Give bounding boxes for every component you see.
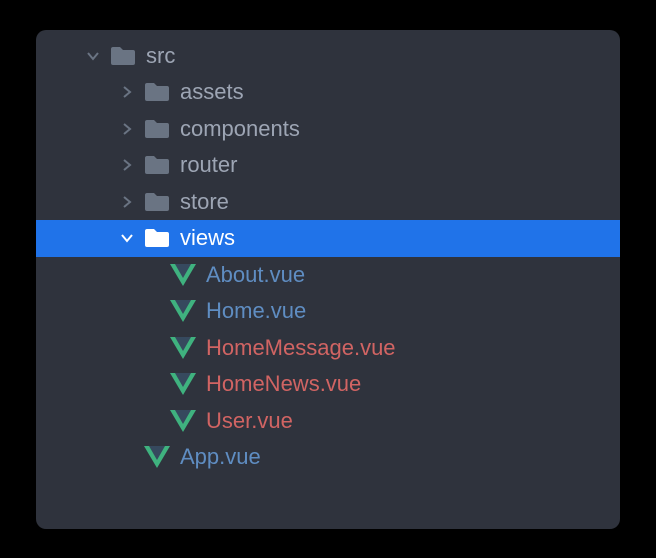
tree-item-assets[interactable]: assets <box>36 74 620 111</box>
tree-item-user-vue[interactable]: User.vue <box>36 403 620 440</box>
tree-item-label: store <box>180 191 229 213</box>
folder-icon <box>144 191 170 213</box>
folder-icon <box>144 118 170 140</box>
vue-icon <box>170 372 196 396</box>
folder-icon <box>144 81 170 103</box>
tree-item-label: components <box>180 118 300 140</box>
tree-item-src[interactable]: src <box>36 38 620 75</box>
vue-icon <box>170 409 196 433</box>
tree-item-label: User.vue <box>206 410 293 432</box>
tree-item-label: About.vue <box>206 264 305 286</box>
tree-item-label: assets <box>180 81 244 103</box>
vue-icon <box>170 336 196 360</box>
tree-item-app-vue[interactable]: App.vue <box>36 439 620 476</box>
tree-item-label: router <box>180 154 237 176</box>
chevron-down-icon <box>116 231 138 245</box>
tree-item-views[interactable]: views <box>36 220 620 257</box>
tree-item-label: views <box>180 227 235 249</box>
tree-item-homenews-vue[interactable]: HomeNews.vue <box>36 366 620 403</box>
tree-item-store[interactable]: store <box>36 184 620 221</box>
file-tree-panel: src assets components router <box>36 30 620 529</box>
chevron-right-icon <box>116 122 138 136</box>
tree-item-label: HomeMessage.vue <box>206 337 396 359</box>
folder-icon <box>144 227 170 249</box>
tree-item-home-vue[interactable]: Home.vue <box>36 293 620 330</box>
folder-icon <box>144 154 170 176</box>
tree-item-label: App.vue <box>180 446 261 468</box>
tree-item-homemessage-vue[interactable]: HomeMessage.vue <box>36 330 620 367</box>
chevron-down-icon <box>82 49 104 63</box>
tree-item-router[interactable]: router <box>36 147 620 184</box>
vue-icon <box>170 263 196 287</box>
vue-icon <box>144 445 170 469</box>
tree-item-label: HomeNews.vue <box>206 373 361 395</box>
tree-item-label: src <box>146 45 175 67</box>
tree-item-about-vue[interactable]: About.vue <box>36 257 620 294</box>
chevron-right-icon <box>116 195 138 209</box>
folder-icon <box>110 45 136 67</box>
tree-item-components[interactable]: components <box>36 111 620 148</box>
chevron-right-icon <box>116 158 138 172</box>
chevron-right-icon <box>116 85 138 99</box>
tree-item-label: Home.vue <box>206 300 306 322</box>
vue-icon <box>170 299 196 323</box>
